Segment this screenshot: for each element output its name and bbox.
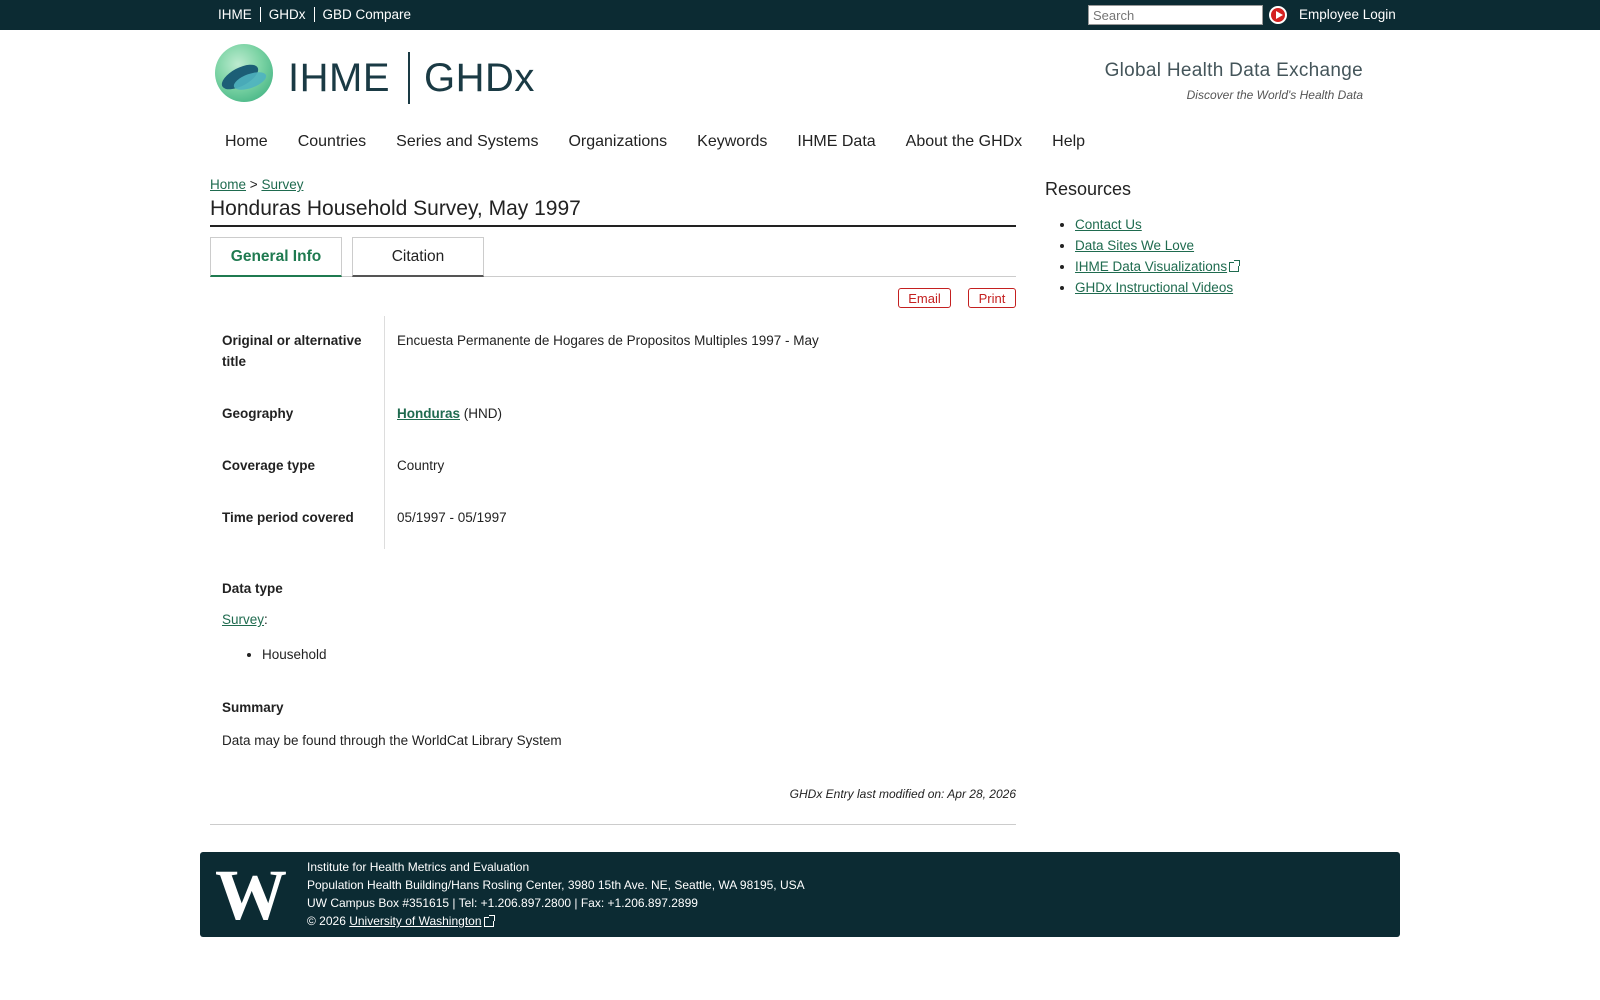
- resources-title: Resources: [1045, 179, 1132, 199]
- list-item: IHME Data Visualizations: [1075, 256, 1241, 277]
- summary-text: Data may be found through the WorldCat L…: [222, 733, 562, 748]
- geography-code: (HND): [463, 406, 503, 421]
- tagline-main: Global Health Data Exchange: [1104, 60, 1363, 81]
- external-link-icon: [483, 914, 495, 927]
- search-input[interactable]: [1089, 6, 1262, 24]
- nav-countries[interactable]: Countries: [298, 133, 366, 151]
- tab-citation[interactable]: Citation: [352, 237, 484, 277]
- divider: [210, 824, 1016, 825]
- coverage-type-label: Coverage type: [210, 441, 385, 493]
- site-logo-text[interactable]: IHME GHDx: [288, 52, 535, 104]
- list-item: GHDx Instructional Videos: [1075, 277, 1239, 298]
- coverage-type-value: Country: [397, 458, 445, 473]
- table-row: Time period covered 05/1997 - 05/1997: [210, 493, 1016, 549]
- top-link-ihme[interactable]: IHME: [218, 7, 260, 22]
- summary-heading: Summary: [222, 700, 284, 715]
- data-type-colon: :: [264, 612, 268, 627]
- search-submit-icon[interactable]: [1269, 6, 1287, 24]
- nav-about-ghdx[interactable]: About the GHDx: [906, 133, 1023, 151]
- table-row: Geography Honduras (HND): [210, 389, 1016, 441]
- table-row: Original or alternative title Encuesta P…: [210, 316, 1016, 389]
- time-period-label: Time period covered: [210, 493, 385, 549]
- resources-list: Contact Us Data Sites We Love IHME Data …: [1075, 214, 1241, 298]
- copyright-text: © 2026: [307, 914, 346, 928]
- site-tagline: Global Health Data Exchange Discover the…: [1105, 60, 1363, 102]
- main-nav: Home Countries Series and Systems Organi…: [225, 133, 1115, 151]
- nav-home[interactable]: Home: [225, 133, 268, 151]
- footer-address: Institute for Health Metrics and Evaluat…: [307, 858, 805, 930]
- data-type-list: Household: [262, 647, 327, 662]
- breadcrumb-survey-link[interactable]: Survey: [261, 177, 303, 192]
- nav-series-and-systems[interactable]: Series and Systems: [396, 133, 538, 151]
- breadcrumb-separator: >: [249, 177, 258, 192]
- logo-ihme: IHME: [288, 55, 390, 100]
- logo-ghdx: GHDx: [424, 55, 535, 100]
- original-title-value: Encuesta Permanente de Hogares de Propos…: [397, 333, 819, 348]
- breadcrumb-home-link[interactable]: Home: [210, 177, 246, 192]
- uw-link[interactable]: University of Washington: [349, 914, 481, 928]
- geography-link[interactable]: Honduras: [397, 406, 460, 421]
- footer-line-address: Population Health Building/Hans Rosling …: [307, 878, 805, 892]
- top-link-gbd-compare[interactable]: GBD Compare: [315, 7, 420, 22]
- last-modified: GHDx Entry last modified on: Apr 28, 202…: [789, 787, 1016, 801]
- print-button[interactable]: Print: [968, 288, 1016, 308]
- ihme-logo-icon[interactable]: [215, 44, 273, 102]
- resource-instructional-videos[interactable]: GHDx Instructional Videos: [1075, 280, 1233, 295]
- footer-line-contact: UW Campus Box #351615 | Tel: +1.206.897.…: [307, 896, 698, 910]
- data-type-heading: Data type: [222, 581, 283, 596]
- nav-keywords[interactable]: Keywords: [697, 133, 767, 151]
- external-link-icon: [1229, 260, 1241, 273]
- geography-label: Geography: [210, 389, 385, 441]
- list-item: Data Sites We Love: [1075, 235, 1239, 256]
- uw-logo-icon[interactable]: W: [215, 859, 287, 931]
- breadcrumb: Home > Survey: [210, 177, 303, 192]
- info-table: Original or alternative title Encuesta P…: [210, 316, 1016, 549]
- top-link-ghdx[interactable]: GHDx: [261, 7, 314, 22]
- tab-general-info[interactable]: General Info: [210, 237, 342, 277]
- page-title: Honduras Household Survey, May 1997: [210, 197, 1016, 227]
- tab-bar: General Info Citation: [210, 237, 1016, 277]
- footer-line-institute: Institute for Health Metrics and Evaluat…: [307, 860, 530, 874]
- nav-ihme-data[interactable]: IHME Data: [797, 133, 875, 151]
- tagline-sub: Discover the World's Health Data: [1186, 88, 1363, 102]
- list-item: Household: [262, 647, 327, 662]
- list-item: Contact Us: [1075, 214, 1239, 235]
- time-period-value: 05/1997 - 05/1997: [397, 510, 507, 525]
- data-type-survey-link[interactable]: Survey: [222, 612, 264, 627]
- data-type-line: Survey:: [222, 612, 268, 627]
- top-bar: IHME GHDx GBD Compare Employee Login: [0, 0, 1600, 30]
- nav-help[interactable]: Help: [1052, 133, 1085, 151]
- top-links: IHME GHDx GBD Compare: [218, 7, 419, 22]
- resource-data-sites[interactable]: Data Sites We Love: [1075, 238, 1194, 253]
- resource-ihme-visualizations[interactable]: IHME Data Visualizations: [1075, 259, 1227, 274]
- nav-organizations[interactable]: Organizations: [568, 133, 667, 151]
- footer: W Institute for Health Metrics and Evalu…: [200, 852, 1400, 937]
- logo-divider: [408, 52, 410, 104]
- table-row: Coverage type Country: [210, 441, 1016, 493]
- employee-login-link[interactable]: Employee Login: [1299, 7, 1396, 22]
- original-title-label: Original or alternative title: [210, 316, 385, 389]
- search-box: [1088, 5, 1263, 25]
- geography-value: Honduras (HND): [385, 389, 1016, 441]
- email-button[interactable]: Email: [898, 288, 951, 308]
- resource-contact-us[interactable]: Contact Us: [1075, 217, 1142, 232]
- footer-line-copyright: © 2026 University of Washington: [307, 912, 805, 930]
